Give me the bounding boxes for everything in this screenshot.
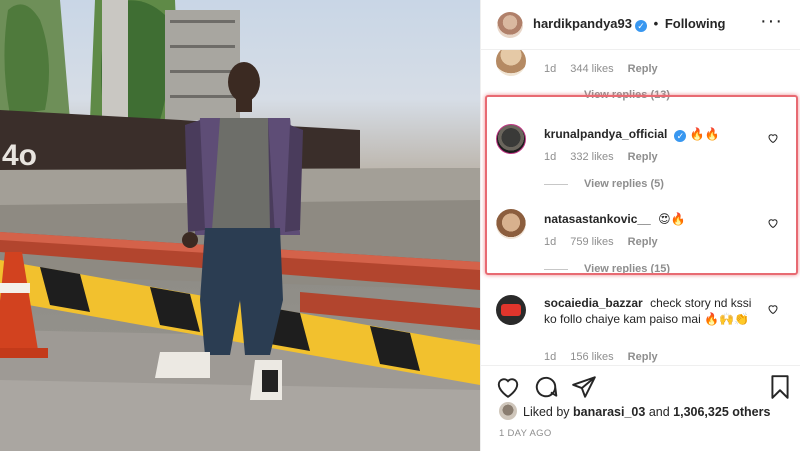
following-button[interactable]: Following bbox=[665, 16, 726, 31]
post-header: hardikpandya93 ✓ • Following ··· bbox=[481, 0, 800, 50]
comments-list[interactable]: 1d 344 likes Reply View replies (13) kruna… bbox=[481, 50, 800, 365]
author-username[interactable]: hardikpandya93 bbox=[533, 16, 632, 31]
post-actions-bar: Liked by banarasi_03 and 1,306,325 other… bbox=[481, 365, 800, 451]
bookmark-icon[interactable] bbox=[767, 374, 793, 400]
comment-time: 1d bbox=[544, 63, 557, 75]
post-photo[interactable]: 4o bbox=[0, 0, 480, 451]
svg-text:4o: 4o bbox=[2, 139, 37, 172]
post-timestamp: 1 DAY AGO bbox=[499, 428, 552, 439]
liked-by-joiner: and bbox=[648, 405, 670, 419]
liked-by-prefix: Liked by bbox=[523, 405, 570, 419]
comment-heart-icon[interactable] bbox=[767, 132, 779, 144]
comment-likes[interactable]: 759 likes bbox=[570, 236, 613, 248]
liked-by-summary: Liked by banarasi_03 and 1,306,325 other… bbox=[499, 402, 770, 420]
comment-icon[interactable] bbox=[533, 374, 559, 400]
comment-time: 1d bbox=[544, 151, 557, 163]
comment-heart-icon[interactable] bbox=[767, 303, 779, 315]
comment-text: 🔥🔥 bbox=[689, 127, 720, 141]
liker-username[interactable]: banarasi_03 bbox=[573, 405, 645, 419]
reply-button[interactable]: Reply bbox=[628, 151, 658, 163]
commenter-username[interactable]: socaiedia_bazzar bbox=[544, 296, 643, 310]
comment-likes[interactable]: 156 likes bbox=[570, 351, 613, 363]
reply-button[interactable]: Reply bbox=[628, 63, 658, 75]
comment-time: 1d bbox=[544, 351, 557, 363]
header-separator: • bbox=[653, 16, 659, 31]
comment-text: 😍🔥 bbox=[658, 212, 686, 226]
liker-avatar[interactable] bbox=[499, 402, 517, 420]
post-sidebar: hardikpandya93 ✓ • Following ··· 1d 344 li… bbox=[480, 0, 800, 451]
commenter-avatar[interactable] bbox=[496, 50, 526, 76]
comment-heart-icon[interactable] bbox=[767, 217, 779, 229]
commenter-username[interactable]: natasastankovic__ bbox=[544, 212, 651, 226]
more-options-icon[interactable]: ··· bbox=[760, 10, 783, 33]
share-icon[interactable] bbox=[571, 374, 597, 400]
commenter-avatar[interactable] bbox=[496, 124, 526, 154]
author-avatar[interactable] bbox=[497, 12, 523, 38]
commenter-avatar[interactable] bbox=[496, 209, 526, 239]
verified-badge-icon: ✓ bbox=[674, 130, 687, 142]
view-replies-button[interactable]: View replies (15) bbox=[544, 263, 670, 275]
verified-badge-icon: ✓ bbox=[635, 20, 647, 32]
comment-time: 1d bbox=[544, 236, 557, 248]
reply-button[interactable]: Reply bbox=[628, 351, 658, 363]
commenter-avatar[interactable] bbox=[496, 295, 526, 325]
comment-likes[interactable]: 344 likes bbox=[570, 63, 613, 75]
commenter-username[interactable]: krunalpandya_official bbox=[544, 127, 667, 141]
view-replies-button[interactable]: View replies (13) bbox=[544, 89, 670, 101]
comment-likes[interactable]: 332 likes bbox=[570, 151, 613, 163]
view-replies-button[interactable]: View replies (5) bbox=[544, 178, 664, 190]
heart-icon[interactable] bbox=[495, 374, 521, 400]
likes-count-link[interactable]: 1,306,325 others bbox=[673, 405, 770, 419]
reply-button[interactable]: Reply bbox=[628, 236, 658, 248]
post-image-scene: 4o bbox=[0, 0, 480, 451]
